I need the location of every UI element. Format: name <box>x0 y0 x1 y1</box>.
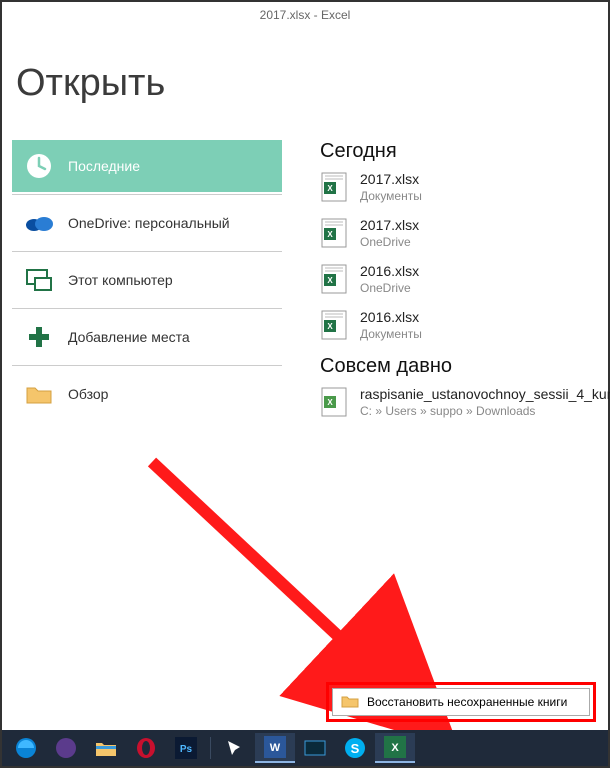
file-item[interactable]: X 2016.xlsx Документы <box>320 309 608 341</box>
sidebar-item-add-place[interactable]: Добавление места <box>12 311 282 363</box>
svg-text:W: W <box>270 742 281 754</box>
svg-text:S: S <box>351 741 360 756</box>
taskbar-opera[interactable] <box>126 733 166 763</box>
file-location: OneDrive <box>360 235 419 249</box>
file-location: Документы <box>360 327 422 341</box>
taskbar-explorer[interactable] <box>86 733 126 763</box>
svg-text:X: X <box>327 184 333 193</box>
file-item[interactable]: X raspisanie_ustanovochnoy_sessii_4_kur … <box>320 386 608 418</box>
pc-icon <box>24 266 54 294</box>
section-today: Сегодня <box>320 140 608 163</box>
file-item[interactable]: X 2016.xlsx OneDrive <box>320 263 608 295</box>
plus-icon <box>24 323 54 351</box>
cloud-icon <box>24 209 54 237</box>
xlsx-icon: X <box>320 309 348 341</box>
file-name: 2016.xlsx <box>360 263 419 279</box>
svg-text:Ps: Ps <box>180 744 193 755</box>
sidebar-item-label: OneDrive: персональный <box>68 215 230 231</box>
file-name: raspisanie_ustanovochnoy_sessii_4_kur <box>360 386 610 402</box>
sidebar-item-onedrive[interactable]: OneDrive: персональный <box>12 197 282 249</box>
file-name: 2017.xlsx <box>360 217 419 233</box>
xlsx-icon: X <box>320 171 348 203</box>
folder-icon <box>24 380 54 408</box>
open-sidebar: Последние OneDrive: персональный Этот ко… <box>12 140 282 420</box>
divider <box>12 365 282 366</box>
file-item[interactable]: X 2017.xlsx OneDrive <box>320 217 608 249</box>
taskbar-skype[interactable]: S <box>335 733 375 763</box>
taskbar-cursor-app[interactable] <box>215 733 255 763</box>
sidebar-item-this-pc[interactable]: Этот компьютер <box>12 254 282 306</box>
file-item[interactable]: X 2017.xlsx Документы <box>320 171 608 203</box>
sidebar-item-label: Добавление места <box>68 329 190 345</box>
sidebar-item-label: Обзор <box>68 386 108 402</box>
file-location: OneDrive <box>360 281 419 295</box>
file-name: 2016.xlsx <box>360 309 422 325</box>
xlsx-icon: X <box>320 263 348 295</box>
file-location: C: » Users » suppo » Downloads <box>360 404 610 418</box>
window-title: 2017.xlsx - Excel <box>2 8 608 22</box>
sidebar-item-label: Этот компьютер <box>68 272 173 288</box>
sidebar-item-recent[interactable]: Последние <box>12 140 282 192</box>
taskbar-word[interactable]: W <box>255 733 295 763</box>
svg-text:X: X <box>327 230 333 239</box>
xls-icon: X <box>320 386 348 418</box>
divider <box>12 308 282 309</box>
svg-text:X: X <box>327 276 333 285</box>
svg-text:X: X <box>327 322 333 331</box>
svg-text:X: X <box>327 398 333 407</box>
recover-button-label: Восстановить несохраненные книги <box>367 695 567 709</box>
recover-unsaved-button[interactable]: Восстановить несохраненные книги <box>332 688 590 716</box>
folder-icon <box>341 694 359 711</box>
sidebar-item-browse[interactable]: Обзор <box>12 368 282 420</box>
page-title: Открыть <box>16 62 165 105</box>
taskbar-screen-app[interactable] <box>295 733 335 763</box>
taskbar-edge[interactable] <box>6 733 46 763</box>
clock-icon <box>24 152 54 180</box>
sidebar-item-label: Последние <box>68 158 140 174</box>
taskbar: Ps W S X <box>2 730 608 766</box>
taskbar-photoshop[interactable]: Ps <box>166 733 206 763</box>
taskbar-separator <box>210 737 211 759</box>
file-location: Документы <box>360 189 422 203</box>
taskbar-firefox[interactable] <box>46 733 86 763</box>
section-long-ago: Совсем давно <box>320 355 608 378</box>
divider <box>12 194 282 195</box>
xlsx-icon: X <box>320 217 348 249</box>
taskbar-excel[interactable]: X <box>375 733 415 763</box>
file-list-panel: Сегодня X 2017.xlsx Документы X 2017.xls… <box>320 140 608 432</box>
file-name: 2017.xlsx <box>360 171 422 187</box>
svg-text:X: X <box>391 742 399 754</box>
divider <box>12 251 282 252</box>
